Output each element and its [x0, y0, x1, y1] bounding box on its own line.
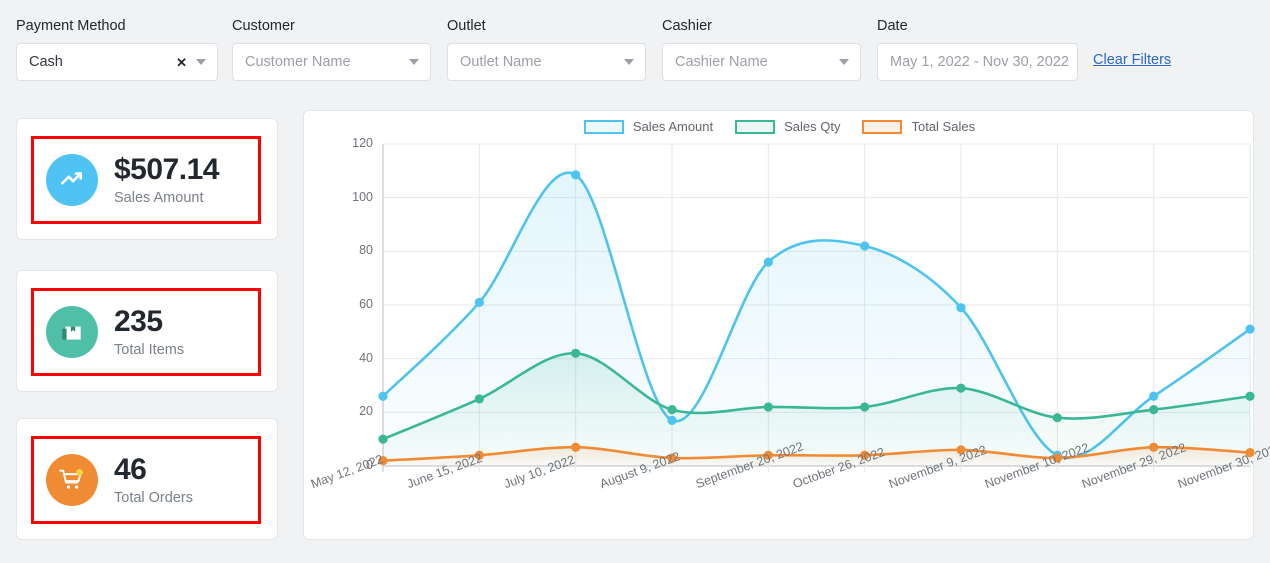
filter-group-payment-method: Payment Method Cash ✕: [16, 18, 218, 81]
stat-label-total-orders: Total Orders: [114, 489, 193, 506]
package-box-icon: [46, 306, 98, 358]
y-axis-tick-label: 100: [352, 189, 373, 204]
data-point[interactable]: [860, 402, 870, 412]
stat-card-sales-amount[interactable]: $507.14 Sales Amount: [16, 118, 278, 240]
data-point[interactable]: [378, 434, 388, 444]
stat-highlight-box: 235 Total Items: [31, 288, 261, 376]
filter-group-outlet: Outlet Outlet Name: [447, 18, 646, 81]
filter-bar: Payment Method Cash ✕ Customer Customer Name…: [0, 0, 1270, 98]
stat-label-sales-amount: Sales Amount: [114, 189, 204, 206]
cashier-value: Cashier Name: [675, 54, 768, 70]
outlet-value: Outlet Name: [460, 54, 542, 70]
chart-plot-area: 0 20 40 60 80 100 120 May 12, 2022 June 15, 2022…: [304, 111, 1270, 541]
data-point[interactable]: [667, 415, 677, 425]
data-point[interactable]: [474, 297, 484, 307]
cashier-select[interactable]: Cashier Name: [662, 43, 861, 81]
chevron-down-icon[interactable]: [624, 59, 634, 65]
stat-text-wrap: 46 Total Orders: [114, 453, 193, 508]
customer-value: Customer Name: [245, 54, 351, 70]
stat-value-total-items: 235: [114, 304, 163, 338]
filter-label-date: Date: [877, 18, 908, 34]
payment-method-value: Cash: [29, 54, 63, 70]
y-axis-tick-label: 120: [352, 136, 373, 150]
stat-value-total-orders: 46: [114, 452, 147, 486]
chevron-down-icon[interactable]: [409, 59, 419, 65]
data-point[interactable]: [956, 303, 966, 313]
shopping-cart-icon: [46, 454, 98, 506]
data-point[interactable]: [1052, 413, 1062, 423]
data-point[interactable]: [956, 383, 966, 393]
outlet-select[interactable]: Outlet Name: [447, 43, 646, 81]
payment-method-select[interactable]: Cash ✕: [16, 43, 218, 81]
chevron-down-icon[interactable]: [839, 59, 849, 65]
date-value: May 1, 2022 - Nov 30, 2022: [890, 54, 1069, 70]
stat-highlight-box: 46 Total Orders: [31, 436, 261, 524]
data-point[interactable]: [1245, 391, 1255, 401]
stat-value-sales-amount: $507.14: [114, 152, 219, 186]
data-point[interactable]: [1245, 324, 1255, 334]
filter-label-customer: Customer: [232, 18, 295, 34]
data-point[interactable]: [474, 394, 484, 404]
stat-label-total-items: Total Items: [114, 341, 185, 358]
customer-select[interactable]: Customer Name: [232, 43, 431, 81]
stat-text-wrap: 235 Total Items: [114, 305, 184, 360]
clear-filters-link[interactable]: Clear Filters: [1093, 52, 1171, 68]
data-point[interactable]: [378, 391, 388, 401]
data-point[interactable]: [860, 241, 870, 251]
date-select[interactable]: May 1, 2022 - Nov 30, 2022: [877, 43, 1078, 81]
sales-chart-card: Sales Amount Sales Qty Total Sales 0 20 40 60…: [303, 110, 1270, 541]
data-point[interactable]: [763, 257, 773, 267]
data-point[interactable]: [1149, 391, 1159, 401]
data-point[interactable]: [1149, 405, 1159, 415]
stat-card-total-orders[interactable]: 46 Total Orders: [16, 418, 278, 540]
y-axis-tick-label: 80: [359, 243, 373, 258]
data-point[interactable]: [667, 405, 677, 415]
stat-highlight-box: $507.14 Sales Amount: [31, 136, 261, 224]
filter-group-date: Date May 1, 2022 - Nov 30, 2022: [877, 18, 1078, 81]
trending-up-icon: [46, 154, 98, 206]
data-point[interactable]: [571, 170, 581, 180]
clear-payment-method-icon[interactable]: ✕: [172, 56, 194, 69]
data-point[interactable]: [571, 348, 581, 358]
filter-label-payment-method: Payment Method: [16, 18, 126, 34]
stat-text-wrap: $507.14 Sales Amount: [114, 153, 219, 208]
stat-card-total-items[interactable]: 235 Total Items: [16, 270, 278, 392]
y-axis-tick-label: 20: [359, 404, 373, 419]
chevron-down-icon[interactable]: [196, 59, 206, 65]
filter-group-cashier: Cashier Cashier Name: [662, 18, 861, 81]
data-point[interactable]: [763, 402, 773, 412]
data-point[interactable]: [571, 442, 581, 452]
y-axis-tick-label: 60: [359, 297, 373, 311]
y-axis-tick-label: 40: [359, 350, 373, 365]
filter-label-outlet: Outlet: [447, 18, 486, 34]
filter-label-cashier: Cashier: [662, 18, 712, 34]
filter-group-customer: Customer Customer Name: [232, 18, 431, 81]
